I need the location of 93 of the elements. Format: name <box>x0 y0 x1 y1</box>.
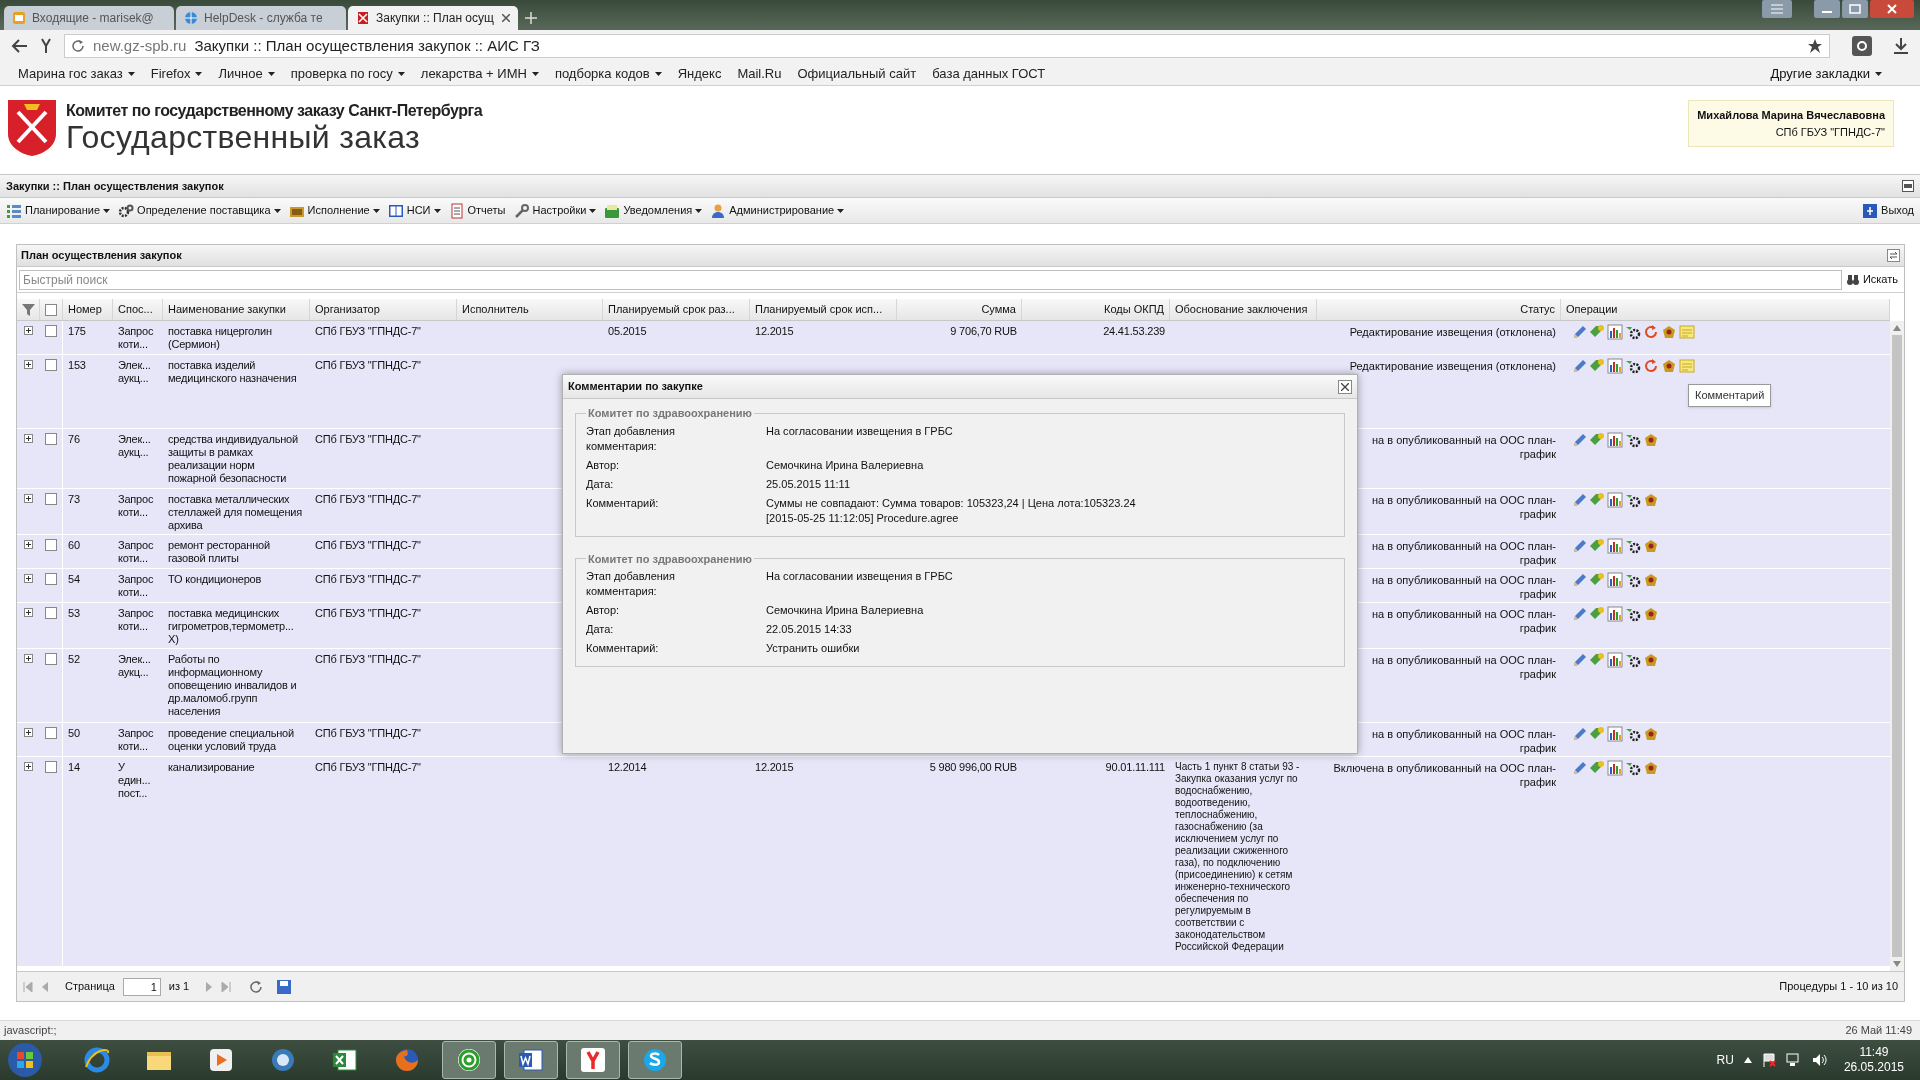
date-cell: 12.2015 <box>755 325 794 337</box>
date-cell: 05.2015 <box>608 325 647 337</box>
field-value: 22.05.2015 14:33 <box>766 622 853 637</box>
panel-title: План осуществления закупок <box>21 248 182 264</box>
field-value: Семочкина Ирина Валериевна <box>766 603 925 618</box>
number-cell: 14 <box>68 761 80 773</box>
tab-title: HelpDesk - служба те <box>204 10 323 27</box>
number-cell: 60 <box>68 539 80 551</box>
organizer-cell: СПб ГБУЗ "ГПНДС-7" <box>315 653 421 665</box>
field-label: Дата: <box>586 622 615 637</box>
name-cell: Работы по информационному оповещению инвалидов и др.маломоб.групп населения <box>168 653 297 717</box>
page-label: Страница <box>65 979 115 995</box>
number-cell: 73 <box>68 493 80 505</box>
status-cell: Редактирование извещения (отклонена) <box>1349 359 1556 373</box>
number-cell: 76 <box>68 433 80 445</box>
method-cell: Элек... аукц... <box>118 653 151 678</box>
method-cell: Запрос коти... <box>118 573 154 598</box>
organizer-cell: СПб ГБУЗ "ГПНДС-7" <box>315 727 421 739</box>
group-title: Комитет по здравоохранению <box>587 406 753 421</box>
name-cell: поставка изделий медицинского назначения <box>168 359 297 384</box>
method-cell: У един... пост... <box>118 761 151 799</box>
app-title: Закупки :: План осуществления закупок <box>6 178 224 194</box>
method-cell: Элек... аукц... <box>118 433 151 458</box>
tab-title: Входящие - marisek@ <box>32 10 154 27</box>
field-label: Автор: <box>586 457 621 473</box>
field-value: 25.05.2015 11:11 <box>766 476 851 492</box>
status-cell: на в опубликованный на ООС план- график <box>1372 493 1556 521</box>
status-cell: на в опубликованный на ООС план- график <box>1372 539 1556 567</box>
status-text: javascript:; <box>4 1023 57 1039</box>
organizer-cell: СПб ГБУЗ "ГПНДС-7" <box>315 573 421 585</box>
method-cell: Запрос коти... <box>118 727 154 752</box>
tab-title: Закупки :: План осущ <box>376 10 494 27</box>
sum-cell: 5 980 996,00 RUB <box>929 761 1017 773</box>
number-cell: 54 <box>68 573 80 585</box>
field-value: Семочкина Ирина Валериевна <box>766 457 925 473</box>
status-cell: на в опубликованный на ООС план- график <box>1372 727 1556 755</box>
field-value: Устранить ошибки <box>766 641 861 656</box>
field-label: Автор: <box>586 603 621 618</box>
tooltip: Комментарий <box>1688 384 1772 407</box>
user-name: Михайлова Марина Вячеславовна <box>1697 108 1885 123</box>
dialog-title: Комментарии по закупке <box>568 379 703 395</box>
field-value: Суммы не совпадают: Сумма товаров: 105323,24 | Цена лота:105323.24 [2015-05-25 11:12:05] Procedure.agree <box>766 495 1137 526</box>
name-cell: средства индивидуальной защиты в рамках реализации норм пожарной безопасности <box>168 433 298 484</box>
organizer-cell: СПб ГБУЗ "ГПНДС-7" <box>315 493 421 505</box>
organizer-cell: СПб ГБУЗ "ГПНДС-7" <box>315 607 421 619</box>
field-label: Комментарий: <box>586 641 660 656</box>
name-cell: ремонт ресторанной газовой плиты <box>168 539 270 564</box>
field-label: Комментарий: <box>586 495 660 511</box>
method-cell: Запрос коти... <box>118 539 154 564</box>
site-title: Государственный заказ <box>66 121 421 153</box>
organizer-cell: СПб ГБУЗ "ГПНДС-7" <box>315 761 421 773</box>
date-cell: 12.2015 <box>755 761 794 773</box>
status-cell: на в опубликованный на ООС план- график <box>1372 433 1556 461</box>
organizer-cell: СПб ГБУЗ "ГПНДС-7" <box>315 359 421 371</box>
organizer-cell: СПб ГБУЗ "ГПНДС-7" <box>315 433 421 445</box>
method-cell: Элек... аукц... <box>118 359 151 384</box>
field-label: Дата: <box>586 476 615 492</box>
url-host: new.gz-spb.ru <box>93 35 187 56</box>
okpd-cell: 24.41.53.239 <box>1103 325 1165 337</box>
name-cell: поставка ницерголин (Сермион) <box>168 325 272 350</box>
status-time: 26 Май 11:49 <box>1845 1023 1913 1039</box>
method-cell: Запрос коти... <box>118 607 154 632</box>
status-cell: на в опубликованный на ООС план- график <box>1372 653 1556 681</box>
method-cell: Запрос коти... <box>118 325 154 350</box>
organizer-cell: СПб ГБУЗ "ГПНДС-7" <box>315 325 421 337</box>
number-cell: 50 <box>68 727 80 739</box>
method-cell: Запрос коти... <box>118 493 154 518</box>
page-title: Закупки :: План осуществления закупок :: АИС ГЗ <box>194 35 540 56</box>
number-cell: 175 <box>68 325 86 337</box>
org-name: Комитет по государственному заказу Санкт-Петербурга <box>66 103 483 119</box>
number-cell: 53 <box>68 607 80 619</box>
status-cell: Редактирование извещения (отклонена) <box>1349 325 1556 339</box>
field-label: Этап добавления комментария: <box>586 569 676 599</box>
name-cell: проведение специальной оценки условий труда <box>168 727 294 752</box>
name-cell: поставка медицинских гигрометров,термометр... Х) <box>168 607 294 645</box>
number-cell: 153 <box>68 359 86 371</box>
user-org: СПб ГБУЗ "ГПНДС-7" <box>1775 124 1885 140</box>
reason-cell-text: Часть 1 пункт 8 статьи 93 - Закупка оказания услуг по водоснабжению, водоотведению, теплоснабжению, газоснабжению (за исключением услуг по реализации сжиженного газа), по подключению (присоединению) к сетям инженерно-технического обеспечения по регулируемым в соответствии с законодательством Российской Федерации <box>1175 761 1301 953</box>
group-title: Комитет по здравоохранению <box>587 551 753 567</box>
records-summary: Процедуры 1 - 10 из 10 <box>1779 979 1898 995</box>
sum-cell: 9 706,70 RUB <box>950 325 1017 337</box>
number-cell: 52 <box>68 653 80 665</box>
status-cell: Включена в опубликованный на ООС план- график <box>1333 761 1556 789</box>
okpd-cell: 90.01.11.111 <box>1105 761 1165 773</box>
organizer-cell: СПб ГБУЗ "ГПНДС-7" <box>315 539 421 551</box>
name-cell: ТО кондиционеров <box>168 573 262 585</box>
status-cell: на в опубликованный на ООС план- график <box>1372 573 1556 601</box>
name-cell: канализирование <box>168 761 255 773</box>
page-count: из 1 <box>168 979 190 995</box>
status-cell: на в опубликованный на ООС план- график <box>1372 607 1556 635</box>
field-value: На согласовании извещения в ГРБС <box>766 569 954 584</box>
name-cell: поставка металлических стеллажей для помещения архива <box>168 493 303 531</box>
date-cell: 12.2014 <box>608 761 647 773</box>
